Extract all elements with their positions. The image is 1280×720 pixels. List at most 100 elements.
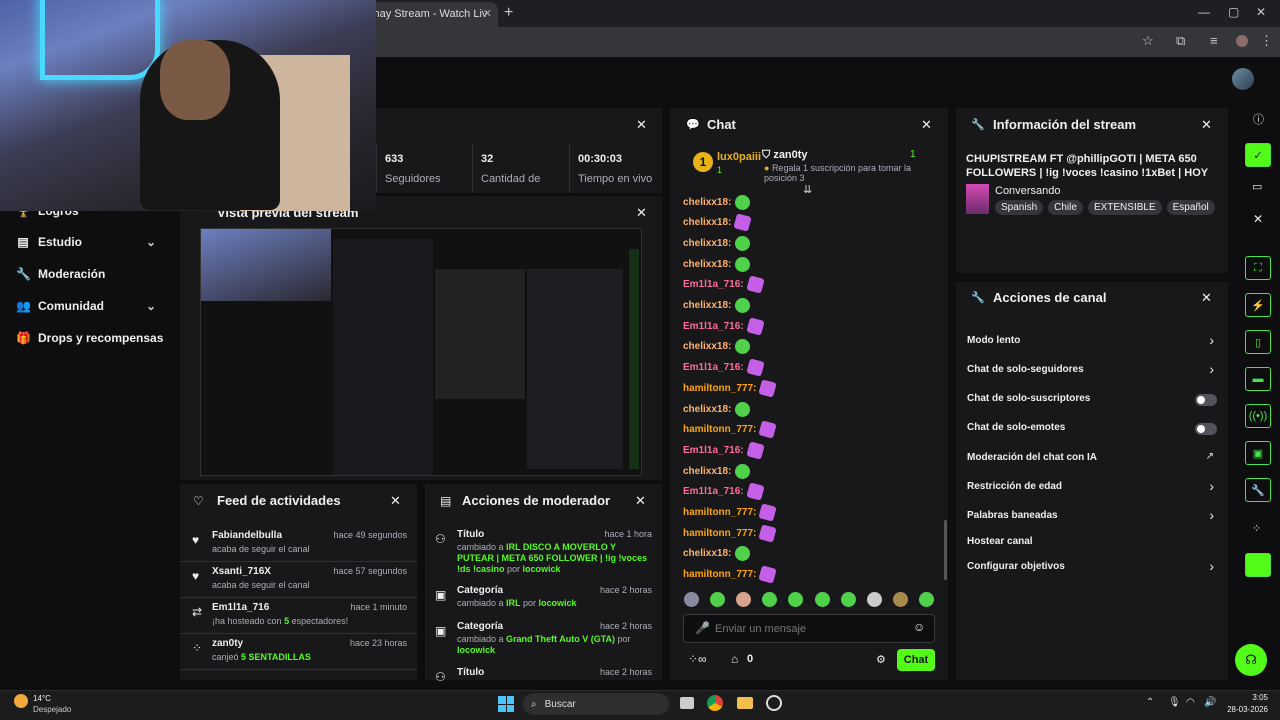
butterfly-emote-icon[interactable]: [758, 420, 778, 439]
maximize-icon[interactable]: ▢: [1228, 5, 1239, 19]
chat-scrollbar[interactable]: [944, 520, 947, 580]
chat-username[interactable]: hamiltonn_777:: [683, 507, 756, 518]
close-icon[interactable]: ✕: [635, 493, 646, 509]
quick-emote-icon[interactable]: [814, 592, 830, 607]
profile-icon[interactable]: [1236, 35, 1248, 47]
channel-action-item[interactable]: Configurar objetivos ›: [956, 553, 1228, 579]
windows-start-icon[interactable]: [498, 696, 514, 712]
clock-time[interactable]: 3:05: [1228, 693, 1268, 702]
nav-item-moderacion[interactable]: 🔧 Moderación: [0, 259, 170, 289]
butterfly-emote-icon[interactable]: [733, 213, 753, 232]
wrench-icon[interactable]: 🔧: [1245, 478, 1271, 502]
menu-icon[interactable]: ⋮: [1260, 33, 1273, 49]
green-emote-icon[interactable]: [735, 339, 751, 355]
bookmark-star-icon[interactable]: ☆: [1142, 33, 1154, 49]
chat-username[interactable]: Em1l1a_716:: [683, 362, 744, 373]
quick-emote-icon[interactable]: [684, 592, 699, 607]
butterfly-emote-icon[interactable]: [758, 379, 778, 398]
wifi-icon[interactable]: ◠: [1186, 697, 1195, 708]
butterfly-emote-icon[interactable]: [745, 275, 765, 294]
top-gifter-name[interactable]: lux0paiii: [717, 151, 761, 163]
clock-date[interactable]: 28-03-2026: [1218, 705, 1268, 714]
channel-action-item[interactable]: Hostear canal: [956, 528, 1228, 554]
chat-username[interactable]: chelixx18:: [683, 404, 731, 415]
chat-username[interactable]: hamiltonn_777:: [683, 383, 756, 394]
chat-username[interactable]: chelixx18:: [683, 217, 731, 228]
mod-action-item[interactable]: ⚇ Título hace 1 hora cambiado a IRL DISCO A…: [425, 528, 662, 580]
chat-username[interactable]: Em1l1a_716:: [683, 321, 744, 332]
chat-username[interactable]: chelixx18:: [683, 197, 731, 208]
layout-icon[interactable]: ▭: [1252, 180, 1262, 193]
tray-chevron-icon[interactable]: ⌃: [1146, 697, 1154, 708]
green-emote-icon[interactable]: [735, 546, 751, 562]
settings-gear-icon[interactable]: ⚙: [876, 653, 886, 666]
green-emote-icon[interactable]: [735, 401, 751, 417]
quick-emote-icon[interactable]: [866, 592, 882, 607]
chat-username[interactable]: chelixx18:: [683, 300, 731, 311]
notes-icon[interactable]: ▯: [1245, 330, 1271, 354]
chat-icon[interactable]: ▬: [1245, 367, 1271, 391]
butterfly-emote-icon[interactable]: [745, 482, 765, 501]
smile-icon[interactable]: ☺: [913, 620, 925, 634]
extensions-icon[interactable]: ⧉: [1176, 33, 1185, 49]
activity-user[interactable]: Fabiandelbulla: [212, 530, 282, 541]
category-name[interactable]: Conversando: [995, 185, 1060, 197]
new-tab-button[interactable]: +: [504, 4, 513, 22]
close-icon[interactable]: ✕: [636, 205, 647, 221]
close-window-icon[interactable]: ✕: [1256, 5, 1266, 19]
butterfly-emote-icon[interactable]: [745, 358, 765, 377]
chat-username[interactable]: Em1l1a_716:: [683, 486, 744, 497]
broadcast-icon[interactable]: ((•)): [1245, 404, 1271, 428]
chat-username[interactable]: Em1l1a_716:: [683, 445, 744, 456]
channel-action-item[interactable]: Chat de solo-emotes: [956, 414, 1228, 440]
info-icon[interactable]: ⓘ: [1253, 111, 1264, 127]
pin-icon[interactable]: ⇊: [803, 183, 812, 196]
green-emote-icon[interactable]: [735, 235, 751, 251]
toggle-switch[interactable]: [1195, 423, 1217, 435]
microphone-icon[interactable]: 🎙: [1168, 697, 1181, 708]
chat-username[interactable]: hamiltonn_777:: [683, 569, 756, 580]
channel-action-item[interactable]: Chat de solo-seguidores ›: [956, 356, 1228, 382]
chat-username[interactable]: chelixx18:: [683, 548, 731, 559]
nav-item-drops[interactable]: 🎁 Drops y recompensas: [0, 323, 170, 353]
channel-action-item[interactable]: Moderación del chat con IA ↗: [956, 444, 1228, 470]
nav-item-estudio[interactable]: ▤ Estudio ⌄: [0, 227, 170, 257]
points-icon[interactable]: ⁘∞: [688, 652, 707, 666]
quick-emote-icon[interactable]: [788, 592, 804, 607]
close-icon[interactable]: ✕: [390, 493, 401, 509]
quick-emote-icon[interactable]: [892, 592, 908, 607]
channel-action-item[interactable]: Modo lento ›: [956, 327, 1228, 353]
green-emote-icon[interactable]: [735, 298, 751, 313]
butterfly-emote-icon[interactable]: [758, 503, 778, 522]
chat-username[interactable]: Em1l1a_716:: [683, 279, 744, 290]
close-tab-icon[interactable]: ✕: [483, 7, 492, 20]
quick-emote-icon[interactable]: [762, 592, 778, 607]
emote-icon[interactable]: 🎤: [695, 621, 710, 635]
category-thumbnail[interactable]: [966, 184, 989, 214]
channel-action-item[interactable]: Restricción de edad ›: [956, 473, 1228, 499]
chat-username[interactable]: hamiltonn_777:: [683, 528, 756, 539]
chat-username[interactable]: hamiltonn_777:: [683, 424, 756, 435]
chrome-icon[interactable]: [707, 695, 723, 711]
channel-action-item[interactable]: Palabras baneadas ›: [956, 502, 1228, 528]
weather-icon[interactable]: [14, 694, 28, 708]
user-avatar[interactable]: [1232, 68, 1254, 90]
activity-item[interactable]: ⇄ Em1l1a_716 hace 1 minuto ¡ha hosteado con…: [180, 600, 417, 634]
second-gifter[interactable]: ⛉ zan0ty: [762, 149, 808, 162]
quick-emote-icon[interactable]: [736, 592, 752, 607]
chat-username[interactable]: chelixx18:: [683, 466, 731, 477]
nav-item-comunidad[interactable]: 👥 Comunidad ⌄: [0, 291, 170, 321]
butterfly-emote-icon[interactable]: [745, 317, 765, 336]
green-emote-icon[interactable]: [735, 256, 751, 272]
points-icon[interactable]: ⁘: [1252, 522, 1261, 535]
scan-icon[interactable]: ⛶: [1245, 256, 1271, 280]
channel-action-item[interactable]: Chat de solo-suscriptores: [956, 385, 1228, 411]
activity-item[interactable]: ⁘ zan0ty hace 23 horas canjeó 5 SENTADILLAS: [180, 636, 417, 670]
save-icon[interactable]: ▣: [1245, 441, 1271, 465]
plugin-icon[interactable]: [1245, 553, 1271, 577]
activity-user[interactable]: Em1l1a_716: [212, 602, 269, 613]
close-icon[interactable]: ✕: [1201, 290, 1212, 306]
stream-tag[interactable]: Chile: [1048, 200, 1083, 215]
send-chat-button[interactable]: Chat: [897, 649, 935, 671]
check-icon[interactable]: ✓: [1245, 143, 1271, 167]
